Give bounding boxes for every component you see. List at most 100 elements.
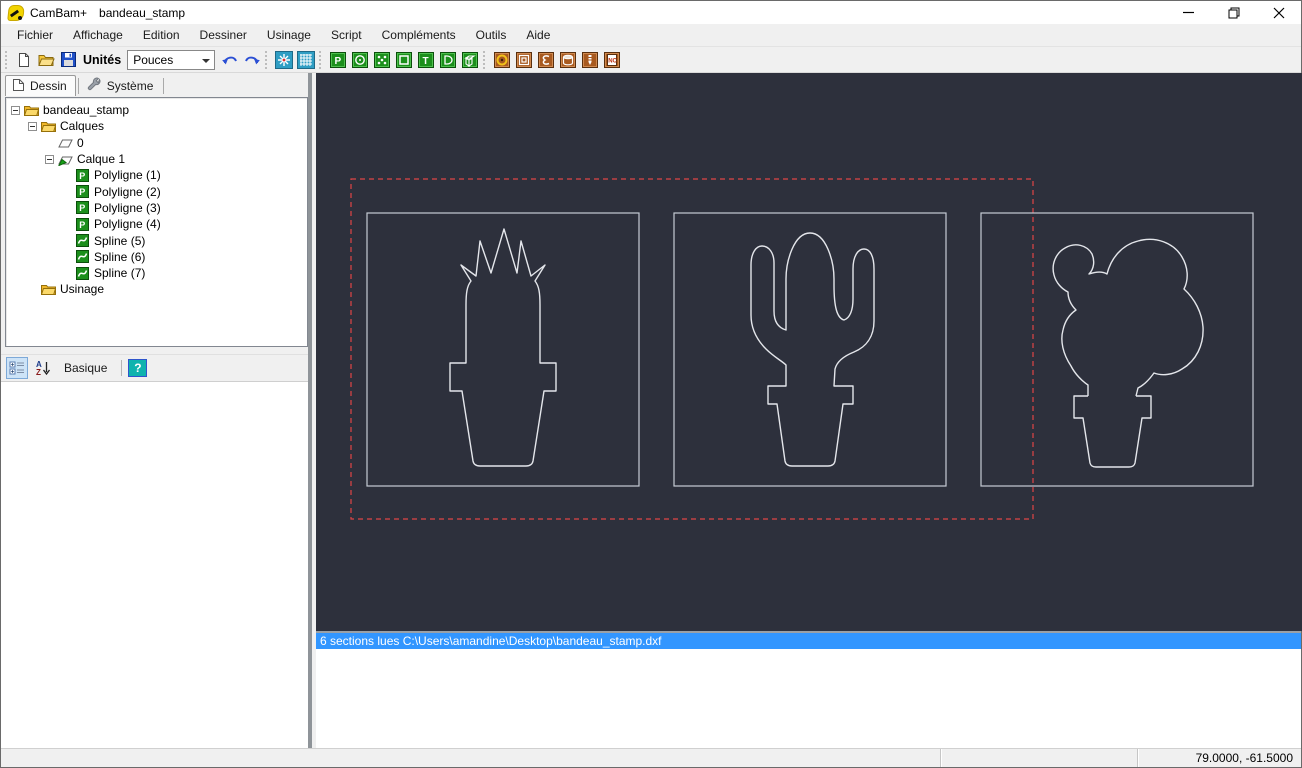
menu-complements[interactable]: Compléments	[372, 25, 466, 45]
mop-pocket-button[interactable]	[513, 49, 535, 71]
mop-gcode-button[interactable]: NC	[601, 49, 623, 71]
collapse-minus-icon[interactable]	[28, 121, 37, 131]
tree-item-calque-1[interactable]: Calque 1	[6, 151, 307, 167]
main-toolbar: Unités Pouces P T NC	[1, 47, 1301, 73]
draw-circle-button[interactable]	[349, 49, 371, 71]
menu-script[interactable]: Script	[321, 25, 372, 45]
page-icon	[12, 78, 25, 95]
new-file-button[interactable]	[13, 49, 35, 71]
menu-affichage[interactable]: Affichage	[63, 25, 133, 45]
tree-item-spline-7[interactable]: Spline (7)	[6, 265, 307, 281]
tree-item-layer-0[interactable]: 0	[6, 135, 307, 151]
tree-item-spline-6[interactable]: Spline (6)	[6, 249, 307, 265]
draw-arc-button[interactable]	[437, 49, 459, 71]
svg-text:P: P	[79, 171, 85, 181]
close-button[interactable]	[1256, 1, 1301, 24]
undo-button[interactable]	[219, 49, 241, 71]
status-log-line[interactable]: 6 sections lues C:\Users\amandine\Deskto…	[316, 631, 1301, 650]
polyline-obj-icon: P	[75, 185, 90, 199]
mop-engrave-button[interactable]	[535, 49, 557, 71]
tree-item-polyligne-2[interactable]: P Polyligne (2)	[6, 183, 307, 199]
tree-item-label: Spline (5)	[94, 233, 146, 248]
units-combobox[interactable]: Pouces	[127, 49, 216, 70]
cactus-prickly-pear-pot[interactable]	[1073, 395, 1152, 468]
menu-outils[interactable]: Outils	[466, 25, 517, 45]
mop-drill-button[interactable]	[491, 49, 513, 71]
tree-item-label: 0	[77, 135, 84, 150]
cactus-saguaro-outline[interactable]	[750, 232, 875, 467]
save-button[interactable]	[57, 49, 79, 71]
tree-item-label: Usinage	[60, 282, 105, 297]
toolbar-grip	[5, 50, 10, 69]
toggle-axes-button[interactable]	[273, 49, 295, 71]
tree-item-polyligne-1[interactable]: P Polyligne (1)	[6, 167, 307, 183]
draw-rectangle-button[interactable]	[393, 49, 415, 71]
tree-item-calques[interactable]: Calques	[6, 118, 307, 134]
properties-grid	[1, 381, 308, 748]
folder-icon	[41, 120, 56, 133]
svg-text:P: P	[335, 56, 342, 67]
cactus-spiky-outline[interactable]	[449, 228, 557, 467]
spline-obj-icon	[75, 234, 90, 248]
panel-tabs: Dessin Système	[1, 73, 308, 96]
layer-active-icon	[58, 153, 73, 166]
tree-item-spline-5[interactable]: Spline (5)	[6, 232, 307, 248]
sort-alphabetical-button[interactable]: AZ	[32, 357, 54, 379]
tree-item-label: Calques	[60, 119, 105, 134]
axes-icon	[275, 50, 294, 69]
toggle-grid-button[interactable]	[295, 49, 317, 71]
collapse-minus-icon[interactable]	[11, 105, 20, 115]
redo-button[interactable]	[241, 49, 263, 71]
menu-aide[interactable]: Aide	[516, 25, 560, 45]
properties-view-label: Basique	[64, 361, 108, 375]
menu-fichier[interactable]: Fichier	[7, 25, 63, 45]
minimize-button[interactable]	[1166, 1, 1211, 24]
mop-profile-button[interactable]	[557, 49, 579, 71]
menu-dessiner[interactable]: Dessiner	[190, 25, 257, 45]
menu-usinage[interactable]: Usinage	[257, 25, 321, 45]
log-area	[316, 649, 1301, 748]
app-window: CamBam+ bandeau_stamp Fichier Affichage Edi…	[0, 0, 1302, 768]
draw-text-button[interactable]: T	[415, 49, 437, 71]
stamp-frame-2[interactable]	[673, 212, 947, 487]
units-label: Unités	[83, 52, 122, 67]
arc-tool-icon	[440, 51, 457, 68]
drawing-canvas[interactable]	[316, 73, 1302, 631]
tab-label: Système	[106, 78, 154, 93]
help-button[interactable]: ?	[128, 359, 148, 377]
open-file-button[interactable]	[35, 49, 57, 71]
tab-systeme[interactable]: Système	[81, 75, 162, 96]
toolbar-grip	[483, 50, 488, 69]
svg-text:NC: NC	[608, 58, 617, 64]
gcode-op-icon: NC	[604, 51, 621, 68]
log-message: 6 sections lues C:\Users\amandine\Deskto…	[316, 633, 1301, 650]
pocket-op-icon	[516, 51, 533, 68]
tab-label: Dessin	[30, 79, 67, 93]
folder-icon	[24, 104, 39, 117]
draw-surface-button[interactable]	[459, 49, 481, 71]
profile-op-icon	[560, 51, 577, 68]
tree-item-bandeau-stamp[interactable]: bandeau_stamp	[6, 102, 307, 118]
spline-obj-icon	[75, 250, 90, 264]
stamp-frame-1[interactable]	[366, 212, 640, 487]
status-bar: 79.0000, -61.5000	[1, 748, 1301, 767]
rectangle-tool-icon	[396, 51, 413, 68]
pointlist-tool-icon	[374, 51, 391, 68]
draw-points-button[interactable]	[371, 49, 393, 71]
tree-item-usinage[interactable]: Usinage	[6, 281, 307, 297]
categorized-view-button[interactable]	[6, 357, 28, 379]
svg-text:P: P	[79, 203, 85, 213]
circle-tool-icon	[352, 51, 369, 68]
grid-icon	[297, 50, 316, 69]
cactus-prickly-pear-outline[interactable]	[1052, 238, 1204, 397]
tree-item-polyligne-4[interactable]: P Polyligne (4)	[6, 216, 307, 232]
menu-edition[interactable]: Edition	[133, 25, 190, 45]
tab-dessin[interactable]: Dessin	[5, 75, 76, 96]
tree-item-label: Polyligne (3)	[94, 200, 161, 215]
tree-item-polyligne-3[interactable]: P Polyligne (3)	[6, 200, 307, 216]
draw-polyline-button[interactable]: P	[327, 49, 349, 71]
collapse-minus-icon[interactable]	[45, 154, 54, 164]
mop-3dprofile-button[interactable]	[579, 49, 601, 71]
restore-button[interactable]	[1211, 1, 1256, 24]
chevron-down-icon[interactable]	[202, 58, 211, 63]
